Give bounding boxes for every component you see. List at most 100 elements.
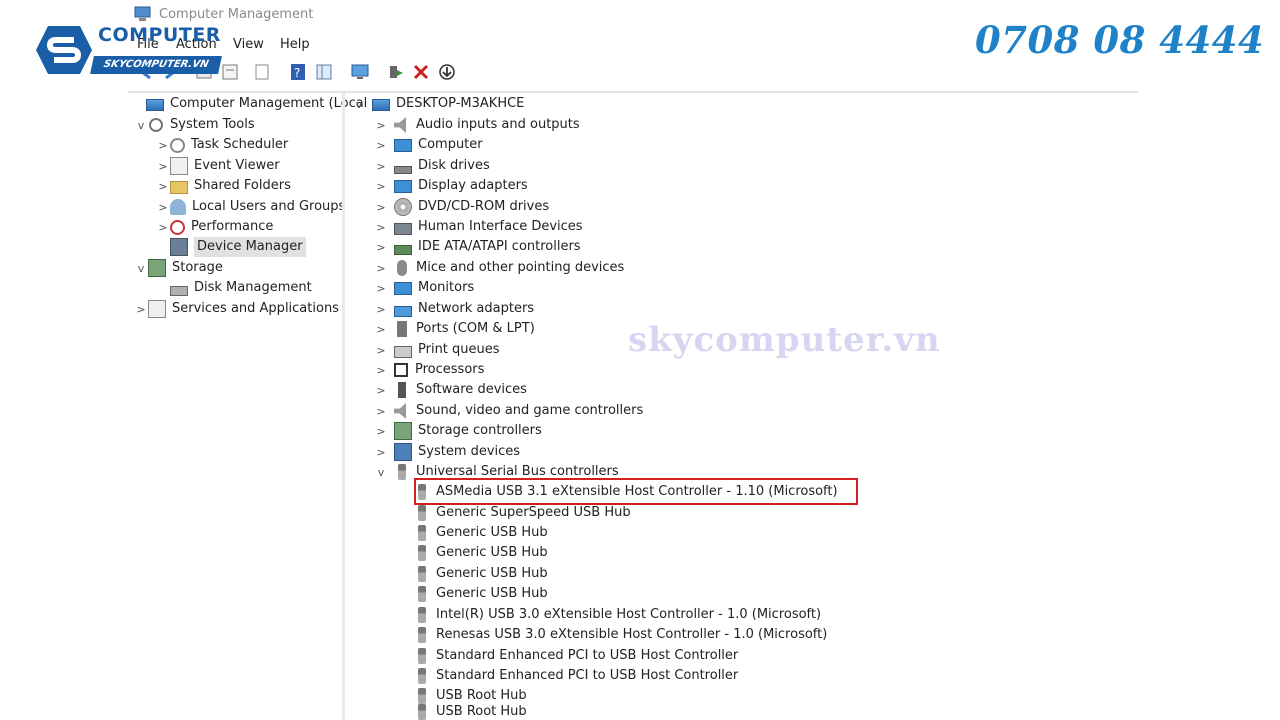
category-ports[interactable]: > Ports (COM & LPT) <box>374 319 535 339</box>
chevron-right-icon[interactable]: > <box>374 221 388 234</box>
chevron-right-icon[interactable]: > <box>374 344 388 357</box>
window-title: Computer Management <box>159 7 314 22</box>
tree-item-computer-management[interactable]: Computer Management (Local <box>132 94 367 114</box>
category-display-adapters[interactable]: > Display adapters <box>374 176 527 196</box>
chevron-right-icon[interactable]: > <box>374 119 388 132</box>
menu-view[interactable]: View <box>233 37 264 52</box>
tree-item-label: Local Users and Groups <box>192 199 346 214</box>
chevron-down-icon[interactable]: v <box>352 98 366 111</box>
phone-number: 0708 08 4444 <box>975 18 1265 62</box>
category-mice[interactable]: > Mice and other pointing devices <box>374 258 624 278</box>
chevron-right-icon[interactable]: > <box>374 180 388 193</box>
usb-device-item[interactable]: Standard Enhanced PCI to USB Host Contro… <box>414 666 738 686</box>
chevron-right-icon[interactable]: > <box>374 384 388 397</box>
category-network[interactable]: > Network adapters <box>374 299 534 319</box>
category-storage-controllers[interactable]: > Storage controllers <box>374 421 542 441</box>
tree-item-local-users[interactable]: > Local Users and Groups <box>156 197 345 217</box>
tree-item-device-manager[interactable]: Device Manager <box>156 237 306 257</box>
chevron-right-icon[interactable]: > <box>156 221 170 234</box>
category-dvd[interactable]: > DVD/CD-ROM drives <box>374 197 549 217</box>
category-print-queues[interactable]: > Print queues <box>374 340 500 360</box>
tree-item-disk-management[interactable]: Disk Management <box>156 278 312 298</box>
chevron-right-icon[interactable]: > <box>374 241 388 254</box>
chevron-right-icon[interactable]: > <box>156 160 170 173</box>
chevron-down-icon[interactable]: v <box>134 262 148 275</box>
chevron-right-icon[interactable]: > <box>374 262 388 275</box>
monitor-icon[interactable] <box>350 62 370 82</box>
disk-icon <box>170 286 188 296</box>
category-software-devices[interactable]: > Software devices <box>374 380 527 400</box>
usb-device-item[interactable]: Standard Enhanced PCI to USB Host Contro… <box>414 646 738 666</box>
tree-item-event-viewer[interactable]: > Event Viewer <box>156 156 280 176</box>
tree-item-services-applications[interactable]: > Services and Applications <box>134 299 339 319</box>
properties-icon[interactable] <box>220 62 240 82</box>
menu-help[interactable]: Help <box>280 37 310 52</box>
uninstall-icon[interactable] <box>411 62 431 82</box>
svg-text:?: ? <box>294 66 300 80</box>
category-disk-drives[interactable]: > Disk drives <box>374 156 490 176</box>
tree-item-performance[interactable]: > Performance <box>156 217 273 237</box>
tree-item-task-scheduler[interactable]: > Task Scheduler <box>156 135 288 155</box>
chevron-right-icon[interactable]: > <box>156 180 170 193</box>
usb-device-item[interactable]: Generic USB Hub <box>414 584 548 604</box>
usb-device-item[interactable]: Generic USB Hub <box>414 543 548 563</box>
category-label: Network adapters <box>418 301 535 316</box>
usb-device-item[interactable]: USB Root Hub <box>414 704 527 720</box>
usb-device-item[interactable]: Generic SuperSpeed USB Hub <box>414 503 631 523</box>
usb-device-item[interactable]: Renesas USB 3.0 eXtensible Host Controll… <box>414 625 827 645</box>
category-processors[interactable]: > Processors <box>374 360 484 380</box>
category-label: Monitors <box>418 280 475 295</box>
tree-item-label: Shared Folders <box>194 178 291 193</box>
category-ide[interactable]: > IDE ATA/ATAPI controllers <box>374 237 581 257</box>
update-driver-icon[interactable] <box>437 62 457 82</box>
enable-device-icon[interactable] <box>386 62 406 82</box>
tree-item-label: Storage <box>172 260 223 275</box>
chevron-down-icon[interactable]: v <box>134 119 148 132</box>
usb-device-label: USB Root Hub <box>436 688 527 703</box>
chevron-right-icon[interactable]: > <box>374 446 388 459</box>
keyboard-icon <box>394 223 412 235</box>
usb-device-item[interactable]: Generic USB Hub <box>414 564 548 584</box>
category-monitors[interactable]: > Monitors <box>374 278 474 298</box>
software-device-icon <box>398 382 406 398</box>
usb-device-item[interactable]: USB Root Hub <box>414 686 527 706</box>
usb-device-item[interactable]: Generic USB Hub <box>414 523 548 543</box>
chevron-right-icon[interactable]: > <box>374 201 388 214</box>
tree-item-shared-folders[interactable]: > Shared Folders <box>156 176 291 196</box>
chevron-right-icon[interactable]: > <box>374 282 388 295</box>
usb-device-label: Generic SuperSpeed USB Hub <box>436 505 631 520</box>
logo-icon <box>34 24 94 76</box>
category-computer[interactable]: > Computer <box>374 135 482 155</box>
usb-icon <box>418 627 426 643</box>
category-sound[interactable]: > Sound, video and game controllers <box>374 401 643 421</box>
tree-item-storage[interactable]: v Storage <box>134 258 223 278</box>
watermark: skycomputer.vn <box>628 320 941 360</box>
chevron-right-icon[interactable]: > <box>374 405 388 418</box>
tree-item-label: Device Manager <box>194 237 306 257</box>
chevron-right-icon[interactable]: > <box>374 425 388 438</box>
chevron-down-icon[interactable]: v <box>374 466 388 479</box>
chevron-right-icon[interactable]: > <box>156 139 170 152</box>
chevron-right-icon[interactable]: > <box>134 303 148 316</box>
chevron-right-icon[interactable]: > <box>374 323 388 336</box>
export-icon[interactable] <box>252 62 272 82</box>
help-icon[interactable]: ? <box>288 62 308 82</box>
services-icon <box>148 300 166 318</box>
usb-device-item[interactable]: Intel(R) USB 3.0 eXtensible Host Control… <box>414 605 821 625</box>
tree-item-label: Event Viewer <box>194 158 280 173</box>
category-label: IDE ATA/ATAPI controllers <box>418 239 581 254</box>
pane-splitter[interactable] <box>342 93 345 720</box>
category-audio[interactable]: > Audio inputs and outputs <box>374 115 580 135</box>
category-label: Human Interface Devices <box>418 219 583 234</box>
tree-item-system-tools[interactable]: v System Tools <box>134 115 255 135</box>
category-system-devices[interactable]: > System devices <box>374 442 520 462</box>
chevron-right-icon[interactable]: > <box>374 139 388 152</box>
chevron-right-icon[interactable]: > <box>374 303 388 316</box>
device-root[interactable]: v DESKTOP-M3AKHCE <box>352 94 524 114</box>
category-label: Disk drives <box>418 158 490 173</box>
chevron-right-icon[interactable]: > <box>374 160 388 173</box>
chevron-right-icon[interactable]: > <box>156 201 170 214</box>
chevron-right-icon[interactable]: > <box>374 364 388 377</box>
view-icon[interactable] <box>314 62 334 82</box>
category-hid[interactable]: > Human Interface Devices <box>374 217 583 237</box>
